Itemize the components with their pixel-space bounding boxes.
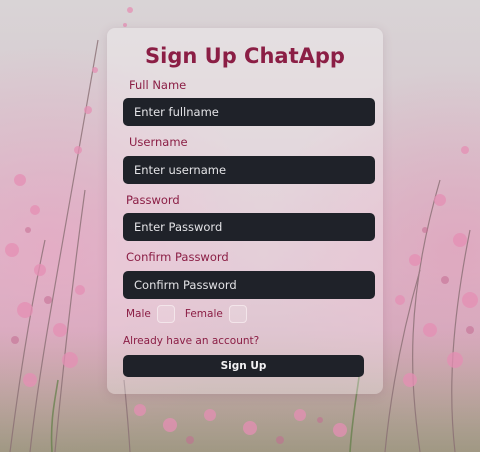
- signup-button[interactable]: Sign Up: [123, 355, 364, 377]
- password-label: Password: [126, 193, 180, 207]
- gender-female-checkbox[interactable]: [228, 305, 247, 323]
- confirm-password-label: Confirm Password: [126, 250, 229, 264]
- page-title: Sign Up ChatApp: [145, 44, 345, 68]
- confirm-password-input[interactable]: [123, 271, 375, 299]
- gender-male-label: Male: [126, 308, 151, 320]
- fullname-input[interactable]: [123, 98, 375, 126]
- password-input[interactable]: [123, 213, 375, 241]
- login-link[interactable]: Already have an account?: [123, 335, 259, 347]
- signup-card: Sign Up ChatApp Full Name Username Passw…: [107, 28, 383, 394]
- gender-selector: Male Female: [126, 304, 257, 324]
- fullname-label: Full Name: [129, 78, 187, 92]
- username-label: Username: [129, 135, 188, 149]
- gender-female-label: Female: [184, 308, 223, 320]
- username-input[interactable]: [123, 156, 375, 184]
- gender-male-checkbox[interactable]: [156, 305, 175, 323]
